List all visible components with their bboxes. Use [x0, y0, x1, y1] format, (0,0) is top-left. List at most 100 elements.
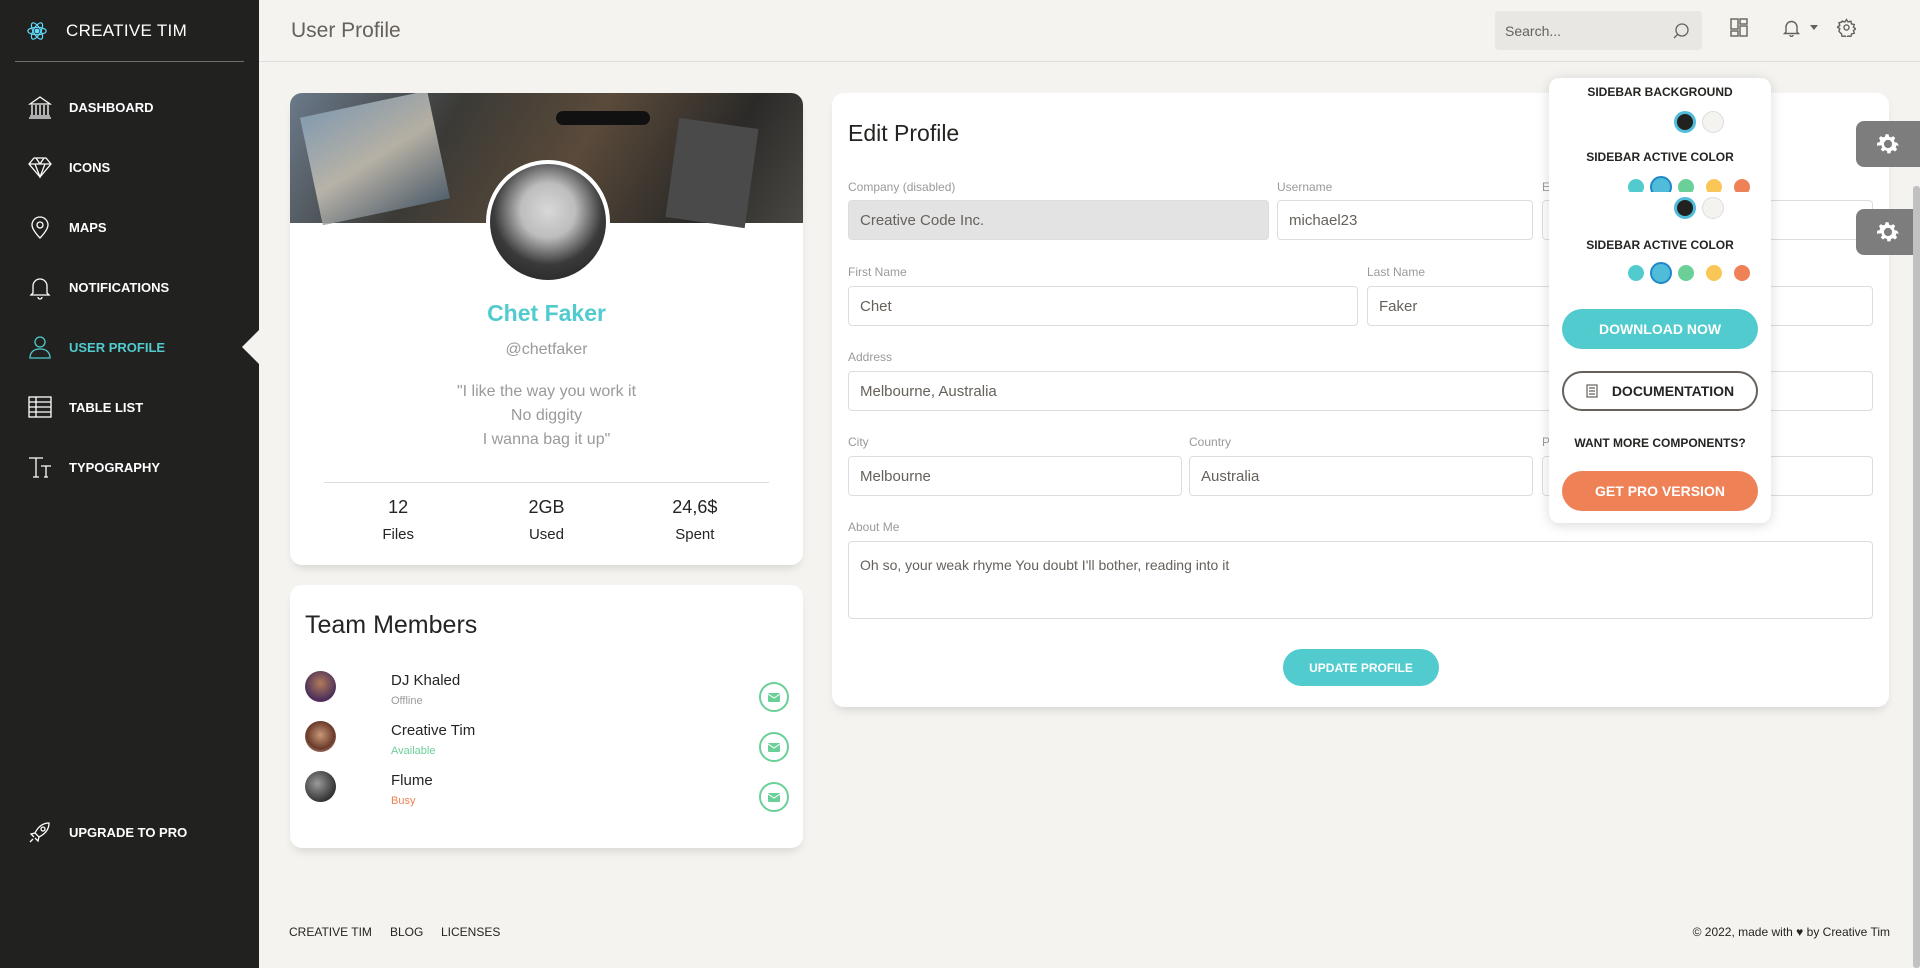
envelope-icon — [768, 792, 780, 802]
envelope-icon — [768, 742, 780, 752]
stat-value: 2GB — [528, 497, 565, 517]
heart-icon: ♥ — [1796, 925, 1804, 939]
sidebar-item-dashboard[interactable]: DASHBOARD — [0, 77, 259, 137]
scrollbar[interactable] — [1913, 186, 1920, 968]
book-decoration — [665, 117, 759, 229]
active-primary-swatch[interactable] — [1628, 265, 1644, 281]
sidebar-item-maps[interactable]: MAPS — [0, 197, 259, 257]
gear-icon — [1877, 222, 1899, 242]
page-title: User Profile — [291, 18, 401, 42]
profile-name[interactable]: Chet Faker — [290, 300, 803, 327]
upgrade-section: UPGRADE TO PRO — [0, 802, 259, 862]
bank-icon — [27, 94, 53, 120]
bg-black-swatch[interactable] — [1674, 111, 1696, 133]
message-button[interactable] — [759, 682, 789, 712]
search-placeholder: Search... — [1505, 22, 1562, 39]
profile-quote: "I like the way you work it No diggity I… — [290, 380, 803, 452]
address-label: Address — [848, 350, 893, 364]
quote-line: "I like the way you work it — [456, 383, 637, 400]
chevron-down-icon[interactable] — [1810, 25, 1818, 30]
stat-used: 2GB Used — [472, 497, 620, 543]
bell-icon[interactable] — [1782, 18, 1801, 37]
profile-username: @chetfaker — [505, 341, 588, 358]
sidebar-active-color-heading: SIDEBAR ACTIVE COLOR — [1586, 150, 1734, 164]
stat-spent: 24,6$ Spent — [621, 497, 769, 543]
sidebar-item-typography[interactable]: TYPOGRAPHY — [0, 437, 259, 497]
active-info-swatch[interactable] — [1650, 262, 1672, 284]
user-icon — [27, 334, 53, 360]
username-field[interactable]: michael23 — [1277, 200, 1533, 240]
download-now-button[interactable]: DOWNLOAD NOW — [1562, 309, 1758, 349]
diamond-icon — [27, 154, 53, 180]
member-name: DJ Khaled — [391, 672, 461, 689]
stat-label: Spent — [675, 526, 715, 543]
sidebar-item-label: ICONS — [69, 159, 111, 175]
footer-link-creative-tim[interactable]: CREATIVE TIM — [289, 925, 372, 939]
username-label: Username — [1277, 180, 1333, 194]
map-pin-icon — [27, 214, 53, 240]
member-status: Offline — [391, 695, 423, 707]
list-icon — [27, 394, 53, 420]
city-field[interactable]: Melbourne — [848, 456, 1182, 496]
active-danger-swatch[interactable] — [1734, 265, 1750, 281]
stat-label: Files — [382, 526, 414, 543]
settings-toggle-button[interactable] — [1856, 121, 1920, 167]
active-warning-swatch[interactable] — [1706, 265, 1722, 281]
message-button[interactable] — [759, 732, 789, 762]
react-logo-icon — [27, 21, 47, 40]
sidebar-item-label: NOTIFICATIONS — [69, 279, 170, 295]
sidebar-item-label: USER PROFILE — [69, 339, 166, 355]
upgrade-label: UPGRADE TO PRO — [69, 824, 188, 840]
dashboard-grid-icon[interactable] — [1730, 18, 1748, 37]
search-icon[interactable] — [1673, 22, 1690, 39]
documentation-label: DOCUMENTATION — [1611, 383, 1735, 399]
gear-icon — [1877, 134, 1899, 154]
first-name-label: First Name — [848, 265, 907, 279]
sidebar-item-notifications[interactable]: NOTIFICATIONS — [0, 257, 259, 317]
member-status: Available — [391, 745, 436, 757]
bg-white-swatch[interactable] — [1702, 197, 1724, 219]
copyright-prefix: © 2022, made with — [1692, 925, 1793, 939]
top-navbar: User Profile Search... — [259, 0, 1920, 62]
documentation-button[interactable]: DOCUMENTATION — [1562, 371, 1758, 411]
message-button[interactable] — [759, 782, 789, 812]
sidebar-item-icons[interactable]: ICONS — [0, 137, 259, 197]
about-me-textarea[interactable]: Oh so, your weak rhyme You doubt I'll bo… — [848, 541, 1873, 619]
bg-black-swatch[interactable] — [1674, 197, 1696, 219]
avatar — [486, 160, 610, 284]
country-field[interactable]: Australia — [1189, 456, 1533, 496]
copyright: © 2022, made with ♥ by Creative Tim — [1693, 925, 1890, 939]
footer-link-licenses[interactable]: LICENSES — [441, 925, 500, 939]
settings-dropdown: SIDEBAR BACKGROUND SIDEBAR ACTIVE COLOR … — [1549, 78, 1771, 523]
stat-files: 12 Files — [324, 497, 472, 543]
get-pro-version-button[interactable]: GET PRO VERSION — [1562, 471, 1758, 511]
sidebar-item-user-profile[interactable]: USER PROFILE — [0, 317, 259, 377]
text-icon — [27, 454, 53, 480]
overlap-mask — [1549, 192, 1771, 210]
rocket-icon — [27, 819, 53, 845]
update-profile-button[interactable]: UPDATE PROFILE — [1283, 649, 1439, 686]
sidebar-active-color-heading: SIDEBAR ACTIVE COLOR — [1586, 238, 1734, 252]
stat-value: 12 — [388, 497, 409, 517]
more-components-text: WANT MORE COMPONENTS? — [1574, 436, 1746, 450]
first-name-field[interactable]: Chet — [848, 286, 1358, 326]
active-success-swatch[interactable] — [1678, 265, 1694, 281]
brand-name: CREATIVE TIM — [66, 20, 188, 40]
bg-white-swatch[interactable] — [1702, 111, 1724, 133]
company-field: Creative Code Inc. — [848, 200, 1269, 240]
last-name-label: Last Name — [1367, 265, 1426, 279]
upgrade-to-pro-link[interactable]: UPGRADE TO PRO — [0, 802, 259, 862]
list-item: Flume Busy — [305, 771, 789, 821]
profile-stats: 12 Files 2GB Used 24,6$ Spent — [324, 497, 769, 543]
settings-toggle-button[interactable] — [1856, 209, 1920, 255]
sidebar-item-label: TYPOGRAPHY — [69, 459, 161, 475]
gear-icon[interactable] — [1837, 18, 1856, 37]
sunglasses-decoration — [556, 111, 650, 125]
search-input[interactable]: Search... — [1495, 11, 1702, 50]
brand-logo[interactable]: CREATIVE TIM — [15, 0, 244, 62]
footer-link-blog[interactable]: BLOG — [390, 925, 423, 939]
divider — [324, 482, 769, 483]
sidebar-item-table-list[interactable]: TABLE LIST — [0, 377, 259, 437]
country-label: Country — [1189, 435, 1232, 449]
list-item: DJ Khaled Offline — [305, 671, 789, 721]
